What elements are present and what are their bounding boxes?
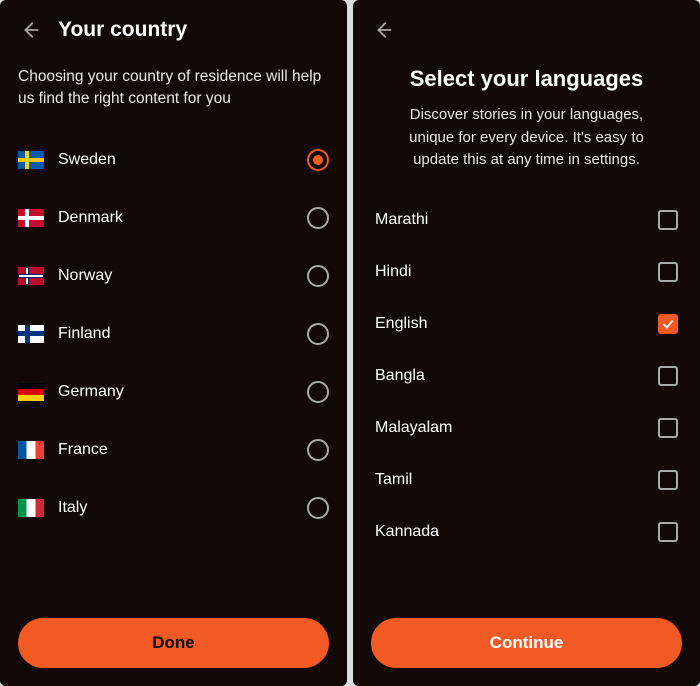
back-button[interactable]	[18, 18, 42, 42]
radio-button[interactable]	[307, 207, 329, 229]
cta-container: Continue	[353, 606, 700, 686]
language-row[interactable]: Marathi	[375, 194, 678, 246]
language-row[interactable]: Tamil	[375, 454, 678, 506]
country-name: Finland	[58, 325, 307, 343]
country-row[interactable]: Norway	[18, 247, 329, 305]
radio-button[interactable]	[307, 497, 329, 519]
language-name: Bangla	[375, 367, 658, 385]
country-row[interactable]: France	[18, 421, 329, 479]
country-name: Denmark	[58, 209, 307, 227]
check-icon	[661, 317, 675, 331]
checkbox[interactable]	[658, 470, 678, 490]
checkbox[interactable]	[658, 418, 678, 438]
flag-icon	[18, 441, 44, 459]
header: Your country	[0, 0, 347, 52]
radio-button[interactable]	[307, 323, 329, 345]
flag-icon	[18, 499, 44, 517]
radio-button[interactable]	[307, 265, 329, 287]
radio-button[interactable]	[307, 439, 329, 461]
language-row[interactable]: Kannada	[375, 506, 678, 558]
country-name: Germany	[58, 383, 307, 401]
country-selection-screen: Your country Choosing your country of re…	[0, 0, 347, 686]
checkbox[interactable]	[658, 522, 678, 542]
flag-icon	[18, 209, 44, 227]
country-row[interactable]: Italy	[18, 479, 329, 537]
page-subtitle: Discover stories in your languages, uniq…	[383, 104, 670, 194]
continue-button[interactable]: Continue	[371, 618, 682, 668]
checkbox[interactable]	[658, 314, 678, 334]
country-row[interactable]: Sweden	[18, 131, 329, 189]
language-name: Malayalam	[375, 419, 658, 437]
language-row[interactable]: Hindi	[375, 246, 678, 298]
country-name: Sweden	[58, 151, 307, 169]
language-name: Marathi	[375, 211, 658, 229]
country-name: Italy	[58, 499, 307, 517]
country-row[interactable]: Finland	[18, 305, 329, 363]
country-name: Norway	[58, 267, 307, 285]
flag-icon	[18, 325, 44, 343]
radio-button[interactable]	[307, 381, 329, 403]
language-name: Tamil	[375, 471, 658, 489]
done-button[interactable]: Done	[18, 618, 329, 668]
back-button[interactable]	[371, 18, 395, 42]
page-subtitle: Choosing your country of residence will …	[0, 52, 347, 131]
arrow-left-icon	[372, 19, 394, 41]
arrow-left-icon	[19, 19, 41, 41]
checkbox[interactable]	[658, 210, 678, 230]
country-row[interactable]: Denmark	[18, 189, 329, 247]
language-name: Hindi	[375, 263, 658, 281]
radio-button[interactable]	[307, 149, 329, 171]
country-name: France	[58, 441, 307, 459]
title-block: Select your languages Discover stories i…	[353, 52, 700, 194]
header	[353, 0, 700, 52]
cta-container: Done	[0, 606, 347, 686]
language-list: Marathi Hindi English Bangla Malayalam Tamil K…	[353, 194, 700, 558]
flag-icon	[18, 151, 44, 169]
country-row[interactable]: Germany	[18, 363, 329, 421]
flag-icon	[18, 267, 44, 285]
page-title: Your country	[58, 18, 187, 42]
language-row[interactable]: Malayalam	[375, 402, 678, 454]
checkbox[interactable]	[658, 366, 678, 386]
language-name: English	[375, 315, 658, 333]
page-title: Select your languages	[383, 66, 670, 92]
flag-icon	[18, 383, 44, 401]
country-list: Sweden Denmark Norway Finland Germany France I…	[0, 131, 347, 537]
checkbox[interactable]	[658, 262, 678, 282]
language-row[interactable]: English	[375, 298, 678, 350]
language-name: Kannada	[375, 523, 658, 541]
language-selection-screen: Select your languages Discover stories i…	[353, 0, 700, 686]
language-row[interactable]: Bangla	[375, 350, 678, 402]
